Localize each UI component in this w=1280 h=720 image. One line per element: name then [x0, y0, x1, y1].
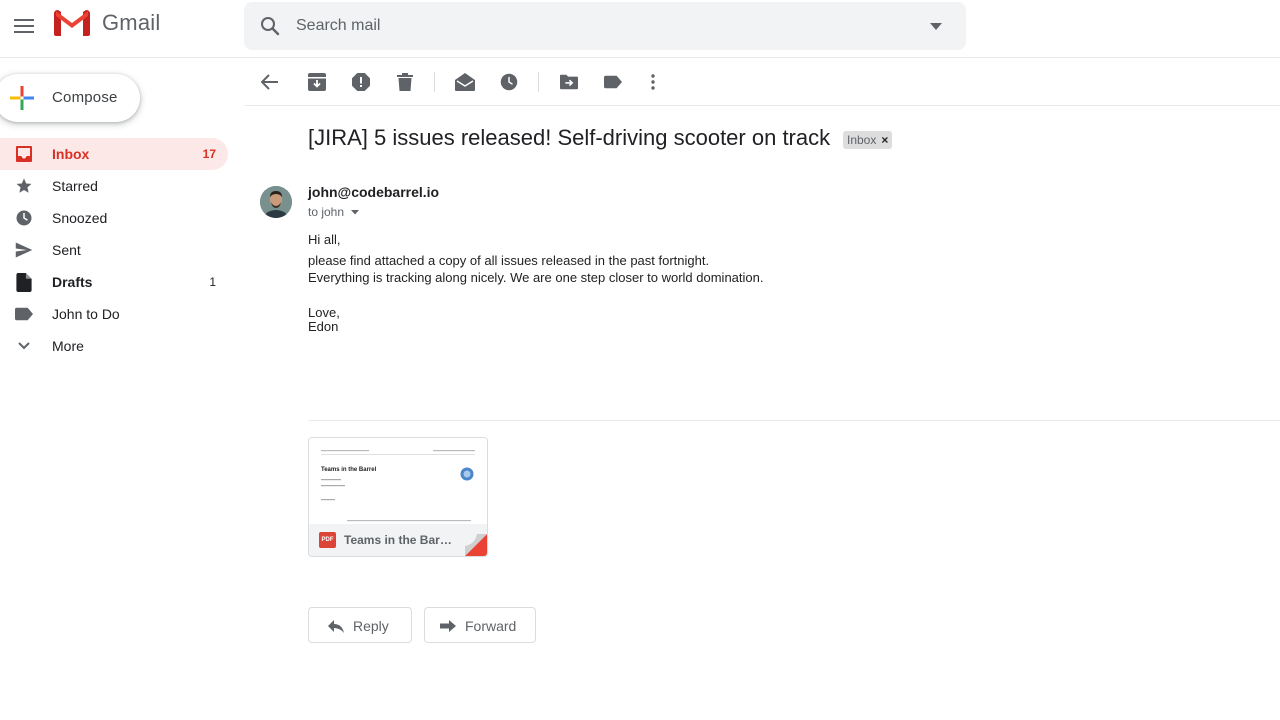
message-toolbar	[244, 58, 1280, 106]
report-spam-icon	[352, 73, 370, 91]
chevron-down-icon	[14, 336, 34, 356]
sidebar-nav: Inbox 17 Starred Snoozed Sent Drafts 1 J…	[0, 138, 228, 362]
app-name: Gmail	[102, 10, 161, 35]
sidebar-item-label: John to Do	[52, 306, 120, 322]
move-to-button[interactable]	[557, 70, 581, 94]
avatar-photo-icon	[260, 186, 292, 218]
body-line: Love,	[308, 305, 340, 320]
caret-down-icon	[351, 210, 360, 215]
sidebar-item-inbox[interactable]: Inbox 17	[0, 138, 228, 170]
page-curl-icon	[465, 534, 487, 556]
body-line: Everything is tracking along nicely. We …	[308, 270, 764, 285]
attachment-card[interactable]: Teams in the Barrel PDF Teams in the Bar…	[308, 437, 488, 557]
body-line: please find attached a copy of all issue…	[308, 253, 710, 268]
search-options-button[interactable]	[924, 14, 948, 38]
compose-button[interactable]: Compose	[0, 74, 140, 122]
recipient-details-toggle[interactable]: to john	[308, 205, 360, 219]
sidebar-item-label: Starred	[52, 178, 98, 194]
more-vert-icon	[651, 74, 655, 90]
mark-unread-icon	[455, 73, 475, 91]
sidebar-item-more[interactable]: More	[0, 330, 228, 362]
snooze-button[interactable]	[497, 70, 521, 94]
search-input[interactable]	[296, 14, 896, 38]
inbox-label-chip: Inbox ×	[843, 131, 893, 149]
document-thumbnail-icon	[321, 450, 475, 522]
label-as-icon	[604, 75, 622, 89]
more-options-button[interactable]	[641, 70, 665, 94]
pdf-file-icon: PDF	[319, 532, 336, 548]
sidebar-item-label: Drafts	[52, 274, 93, 290]
draft-icon	[14, 272, 34, 292]
body-line: Edon	[308, 319, 339, 334]
compose-plus-icon	[10, 86, 34, 110]
label-as-button[interactable]	[601, 70, 625, 94]
sidebar-item-drafts[interactable]: Drafts 1	[0, 266, 228, 298]
snooze-icon	[500, 73, 518, 91]
report-spam-button[interactable]	[349, 70, 373, 94]
sidebar-item-starred[interactable]: Starred	[0, 170, 228, 202]
label-chip-text: Inbox	[847, 133, 877, 147]
gmail-m-icon	[54, 10, 90, 36]
move-to-icon	[560, 74, 578, 90]
forward-icon	[440, 620, 456, 632]
sidebar-item-snoozed[interactable]: Snoozed	[0, 202, 228, 234]
back-arrow-icon	[261, 74, 278, 90]
drafts-count: 1	[209, 275, 216, 289]
attachment-filename: Teams in the Barrel Release Notes.pdf	[344, 533, 456, 547]
main-menu-button[interactable]	[10, 12, 38, 40]
recipient-text: to john	[308, 205, 345, 219]
clock-icon	[14, 208, 34, 228]
forward-label: Forward	[465, 618, 517, 634]
body-line: Hi all,	[308, 232, 341, 247]
back-to-inbox-button[interactable]	[258, 70, 282, 94]
toolbar-divider	[244, 105, 1280, 106]
sender-avatar[interactable]	[260, 186, 292, 218]
attachment-footer: PDF Teams in the Barrel Release Notes.pd…	[309, 524, 487, 556]
delete-icon	[397, 73, 413, 91]
gmail-logo[interactable]: Gmail	[52, 8, 160, 38]
hamburger-menu-icon	[14, 19, 34, 33]
reply-button[interactable]: Reply	[308, 607, 412, 643]
toolbar-separator	[538, 72, 539, 92]
toolbar-separator	[434, 72, 435, 92]
search-icon[interactable]	[258, 14, 282, 38]
inbox-icon	[14, 144, 34, 164]
compose-label: Compose	[52, 89, 118, 106]
delete-button[interactable]	[393, 70, 417, 94]
sidebar-item-label: Snoozed	[52, 210, 108, 226]
caret-down-icon	[930, 22, 942, 30]
mark-as-unread-button[interactable]	[453, 70, 477, 94]
search-bar	[244, 2, 966, 50]
sidebar-item-label: Inbox	[52, 146, 90, 162]
attachments-divider	[308, 420, 1280, 421]
forward-button[interactable]: Forward	[424, 607, 536, 643]
sidebar-item-label: Sent	[52, 242, 81, 258]
attachment-preview: Teams in the Barrel	[309, 438, 487, 524]
sidebar-item-john-to-do[interactable]: John to Do	[0, 298, 228, 330]
attachment-preview-title: Teams in the Barrel	[321, 467, 377, 473]
remove-label-button[interactable]: ×	[881, 133, 888, 147]
reply-icon	[328, 620, 344, 633]
reply-label: Reply	[353, 618, 389, 634]
send-icon	[14, 240, 34, 260]
label-icon	[14, 304, 34, 324]
sender-email: john@codebarrel.io	[308, 184, 440, 200]
archive-button[interactable]	[305, 70, 329, 94]
archive-icon	[308, 73, 326, 91]
inbox-unread-count: 17	[202, 147, 216, 161]
sidebar-item-label: More	[52, 338, 84, 354]
top-bar: Gmail	[0, 0, 1280, 56]
sidebar-item-sent[interactable]: Sent	[0, 234, 228, 266]
message-subject: [JIRA] 5 issues released! Self-driving s…	[308, 125, 831, 150]
star-icon	[14, 176, 34, 196]
